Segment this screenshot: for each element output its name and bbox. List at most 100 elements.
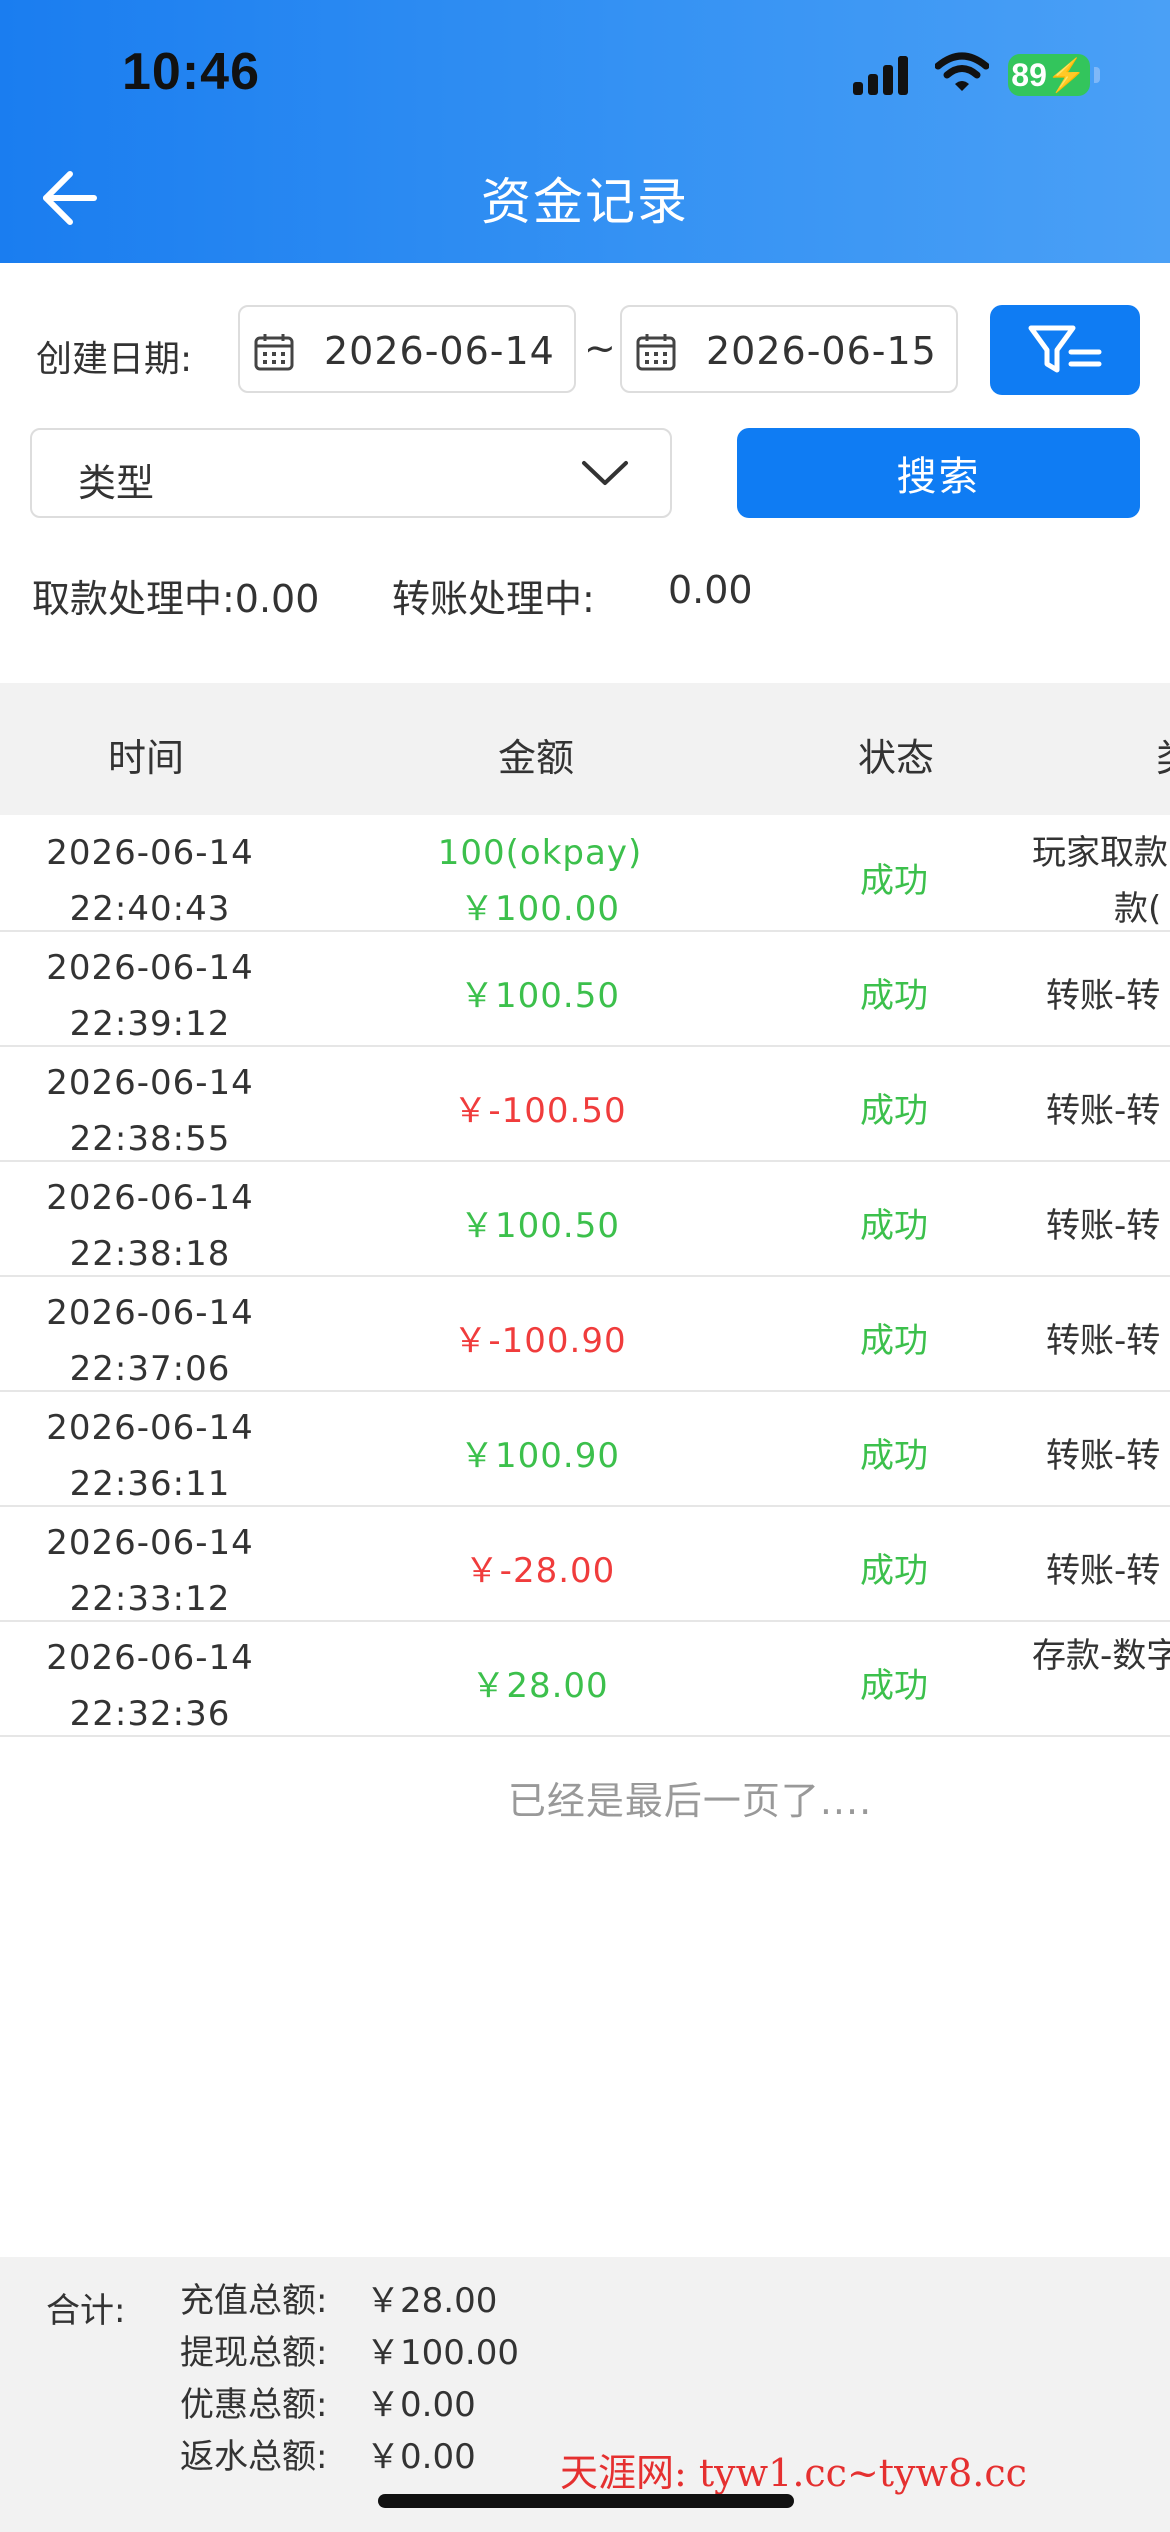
row-amount-note: 100(okpay) xyxy=(437,833,643,873)
row-status: 成功 xyxy=(860,1091,928,1131)
calendar-icon xyxy=(254,334,294,371)
battery-cap xyxy=(1094,67,1100,83)
type-select-value: 类型 xyxy=(78,461,155,505)
row-time: 22:37:06 xyxy=(69,1349,231,1389)
summary-bonus-total: 优惠总额: ￥0.00 xyxy=(180,2377,476,2426)
row-time: 22:38:18 xyxy=(69,1234,231,1274)
transfer-processing-value: 0.00 xyxy=(668,568,753,612)
row-date: 2026-06-14 xyxy=(46,1178,254,1218)
chevron-down-icon xyxy=(582,461,628,485)
filter-button[interactable] xyxy=(990,305,1140,395)
type-select[interactable]: 类型 xyxy=(30,428,672,518)
table-header: 时间 金额 状态 类 xyxy=(0,683,1170,815)
summary-item-label: 返水总额: xyxy=(180,2437,328,2477)
home-indicator[interactable] xyxy=(378,2494,794,2508)
row-amount: ￥100.90 xyxy=(460,1436,620,1476)
battery-level: 89 xyxy=(1011,56,1047,93)
summary-label: 合计: xyxy=(46,2291,126,2331)
summary-item-value: ￥0.00 xyxy=(366,2437,476,2477)
row-date: 2026-06-14 xyxy=(46,833,254,873)
summary-item-label: 充值总额: xyxy=(180,2281,328,2321)
row-time: 22:36:11 xyxy=(69,1464,231,1504)
row-type: 存款-数字 xyxy=(1032,1636,1170,1676)
row-type-line1: 玩家取款 xyxy=(1032,833,1168,873)
column-header-status: 状态 xyxy=(858,736,935,780)
row-amount: 100(okpay) ￥100.00 xyxy=(290,825,790,937)
row-datetime: 2026-06-14 22:36:11 xyxy=(0,1400,300,1512)
row-date: 2026-06-14 xyxy=(46,1408,254,1448)
withdraw-processing: 取款处理中:0.00 xyxy=(32,577,320,621)
row-datetime: 2026-06-14 22:37:06 xyxy=(0,1285,300,1397)
row-amount-value: ￥100.00 xyxy=(460,889,620,929)
battery-indicator: 89 ⚡ xyxy=(1008,54,1090,96)
row-datetime: 2026-06-14 22:38:55 xyxy=(0,1055,300,1167)
row-type: 转账-转 xyxy=(1046,1551,1161,1591)
row-time: 22:33:12 xyxy=(69,1579,231,1619)
row-time: 22:40:43 xyxy=(69,889,231,929)
start-date-value: 2026-06-14 xyxy=(324,329,555,373)
charging-icon: ⚡ xyxy=(1046,57,1087,93)
row-date: 2026-06-14 xyxy=(46,1063,254,1103)
end-date-input[interactable]: 2026-06-15 xyxy=(620,305,958,393)
search-button[interactable]: 搜索 xyxy=(737,428,1140,518)
row-time: 22:38:55 xyxy=(69,1119,231,1159)
wifi-icon xyxy=(935,52,989,91)
row-amount: ￥28.00 xyxy=(471,1666,609,1706)
summary-recharge-total: 充值总额: ￥28.00 xyxy=(180,2273,497,2322)
end-date-value: 2026-06-15 xyxy=(706,329,937,373)
summary-rebate-total: 返水总额: ￥0.00 xyxy=(180,2429,476,2478)
column-header-type: 类 xyxy=(1156,727,1170,782)
table-row[interactable]: 2026-06-14 22:38:18 ￥100.50 成功 转账-转 xyxy=(0,1162,1170,1277)
row-type: 玩家取款款( xyxy=(1032,825,1168,937)
row-type: 转账-转 xyxy=(1046,1436,1161,1476)
end-of-list-message: 已经是最后一页了.... xyxy=(507,1779,873,1823)
row-datetime: 2026-06-14 22:32:36 xyxy=(0,1630,300,1742)
row-datetime: 2026-06-14 22:39:12 xyxy=(0,940,300,1052)
row-datetime: 2026-06-14 22:38:18 xyxy=(0,1170,300,1282)
row-datetime: 2026-06-14 22:40:43 xyxy=(0,825,300,937)
date-separator: ~ xyxy=(584,326,616,370)
row-status: 成功 xyxy=(860,861,928,901)
row-status: 成功 xyxy=(860,1436,928,1476)
row-date: 2026-06-14 xyxy=(46,1293,254,1333)
table-row[interactable]: 2026-06-14 22:37:06 ￥-100.90 成功 转账-转 xyxy=(0,1277,1170,1392)
table-row[interactable]: 2026-06-14 22:39:12 ￥100.50 成功 转账-转 xyxy=(0,932,1170,1047)
calendar-icon xyxy=(636,334,676,371)
date-label: 创建日期: xyxy=(36,339,193,380)
start-date-input[interactable]: 2026-06-14 xyxy=(238,305,576,393)
row-status: 成功 xyxy=(860,1321,928,1361)
summary-item-label: 提现总额: xyxy=(180,2333,328,2373)
row-type: 转账-转 xyxy=(1046,1321,1161,1361)
row-type: 转账-转 xyxy=(1046,976,1161,1016)
row-type: 转账-转 xyxy=(1046,1091,1161,1131)
table-row[interactable]: 2026-06-14 22:36:11 ￥100.90 成功 转账-转 xyxy=(0,1392,1170,1507)
table-row[interactable]: 2026-06-14 22:33:12 ￥-28.00 成功 转账-转 xyxy=(0,1507,1170,1622)
row-type: 转账-转 xyxy=(1046,1206,1161,1246)
column-header-time: 时间 xyxy=(108,736,185,780)
transfer-processing-label: 转账处理中: xyxy=(392,577,595,621)
row-datetime: 2026-06-14 22:33:12 xyxy=(0,1515,300,1627)
row-type-line2: 款( xyxy=(1114,889,1162,929)
summary-item-value: ￥100.00 xyxy=(366,2333,519,2373)
watermark-text: 天涯网: tyw1.cc~tyw8.cc xyxy=(560,2451,1027,2495)
row-amount: ￥-100.90 xyxy=(453,1321,627,1361)
row-time: 22:32:36 xyxy=(69,1694,231,1734)
row-amount: ￥-28.00 xyxy=(464,1551,616,1591)
table-row[interactable]: 2026-06-14 22:38:55 ￥-100.50 成功 转账-转 xyxy=(0,1047,1170,1162)
row-status: 成功 xyxy=(860,1551,928,1591)
row-date: 2026-06-14 xyxy=(46,948,254,988)
summary-withdraw-total: 提现总额: ￥100.00 xyxy=(180,2325,519,2374)
row-time: 22:39:12 xyxy=(69,1004,231,1044)
table-row[interactable]: 2026-06-14 22:32:36 ￥28.00 成功 存款-数字 xyxy=(0,1622,1170,1737)
column-header-amount: 金额 xyxy=(498,736,575,780)
page-title: 资金记录 xyxy=(481,173,689,231)
table-row[interactable]: 2026-06-14 22:40:43 100(okpay) ￥100.00 成功 … xyxy=(0,817,1170,932)
status-time: 10:46 xyxy=(122,43,260,101)
filter-icon xyxy=(1028,325,1102,373)
summary-item-value: ￥0.00 xyxy=(366,2385,476,2425)
signal-icon xyxy=(853,56,908,95)
row-status: 成功 xyxy=(860,1206,928,1246)
summary-item-value: ￥28.00 xyxy=(366,2281,498,2321)
row-date: 2026-06-14 xyxy=(46,1523,254,1563)
row-amount: ￥-100.50 xyxy=(453,1091,627,1131)
